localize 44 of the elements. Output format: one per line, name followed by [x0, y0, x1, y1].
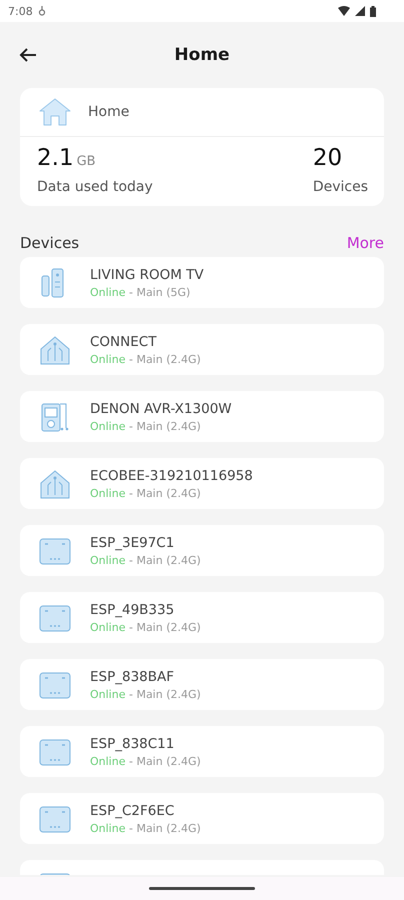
data-label: Data used today: [37, 179, 153, 195]
status-time: 7:08: [8, 4, 33, 18]
device-status: Online - Main (2.4G): [90, 754, 201, 768]
device-card[interactable]: ESP_838BAF Online - Main (2.4G): [20, 659, 384, 710]
more-link[interactable]: More: [346, 234, 384, 252]
network-name: Home: [88, 104, 130, 120]
device-name: ESP_3E97C1: [90, 534, 176, 550]
device-status: Online - Main (2.4G): [90, 352, 201, 366]
device-card[interactable]: ECOBEE-319210116958 Online - Main (2.4G): [20, 458, 384, 509]
house-icon: [38, 97, 72, 127]
device-name: ESP_49B335: [90, 602, 176, 618]
wifi-icon: [338, 6, 350, 16]
device-count: 20: [312, 145, 342, 171]
device-name: DENON AVR-X1300W: [90, 400, 232, 416]
device-name: ECOBEE-319210116958: [90, 468, 253, 484]
device-name: LIVING ROOM TV: [90, 266, 204, 282]
notification-icon: [38, 6, 46, 16]
device-name: ESP_838BAF: [90, 668, 176, 684]
device-status: Online - Main (2.4G): [90, 688, 201, 700]
device-card[interactable]: LIVING ROOM TV Online - Main (5G): [20, 257, 384, 308]
section-title: Devices: [20, 234, 80, 252]
device-card[interactable]: ESP_C2F6EC Online - Main (2.4G): [20, 793, 384, 844]
device-name: ESP_838C11: [90, 736, 176, 752]
device-card[interactable]: DENON AVR-X1300W Online - Main (2.4G): [20, 391, 384, 442]
home-indicator[interactable]: [149, 887, 255, 890]
data-unit: GB: [76, 154, 96, 169]
device-card[interactable]: CONNECT Online - Main (2.4G): [20, 324, 384, 375]
battery-icon: [370, 6, 376, 16]
device-status: Online - Main (2.4G): [90, 554, 201, 566]
signal-icon: [355, 6, 365, 16]
device-status: Online - Main (2.4G): [90, 420, 202, 432]
device-card[interactable]: ESP_838C11 Online - Main (2.4G): [20, 726, 384, 777]
device-status: Online - Main (2.4G): [90, 822, 201, 834]
device-card[interactable]: ESP_49B335 Online - Main (2.4G): [20, 592, 384, 643]
data-value: 2.1: [37, 145, 74, 171]
device-status: Online - Main (5G): [90, 286, 192, 298]
device-card[interactable]: ESP_3E97C1 Online - Main (2.4G): [20, 525, 384, 576]
page-title: Home: [173, 45, 231, 65]
device-status: Online - Main (2.4G): [90, 486, 202, 500]
device-name: ESP_C2F6EC: [90, 802, 176, 818]
device-status: Online - Main (2.4G): [90, 620, 201, 634]
device-count-label: Devices: [312, 179, 368, 195]
device-name: CONNECT: [90, 334, 158, 350]
device-card[interactable]: [20, 860, 384, 875]
